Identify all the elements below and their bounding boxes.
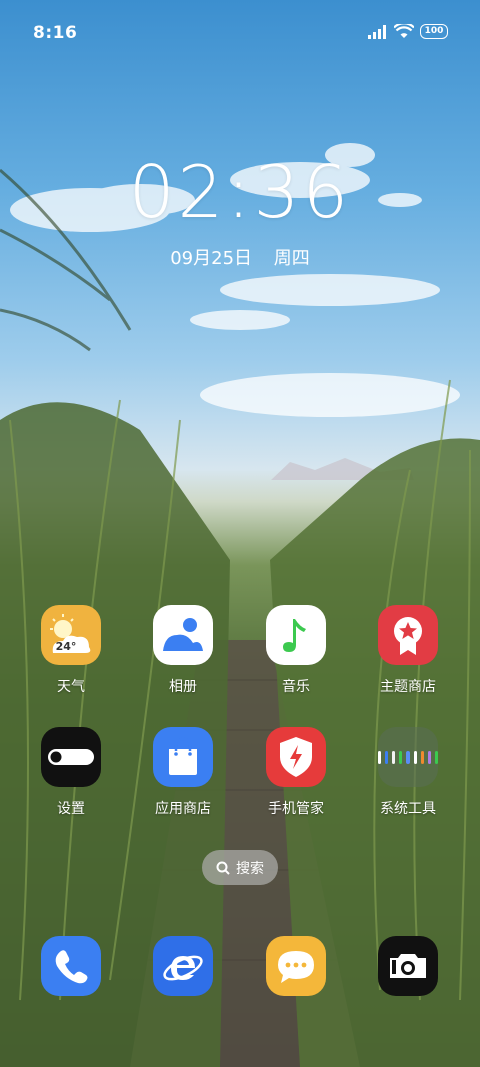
wallpaper-clouds [10,143,460,480]
app-label: 相册 [169,679,197,695]
date-text: 09月25日 [170,248,253,269]
weather-icon: 24° [41,605,101,665]
dock-camera[interactable] [363,936,453,996]
music-icon [266,605,326,665]
signal-icon [368,24,386,39]
app-weather[interactable]: 24° 天气 [26,605,116,696]
app-label: 音乐 [282,679,310,695]
mini-app-icon [420,750,424,764]
camera-icon [378,936,438,996]
status-bar: 8:16 100 [0,0,480,66]
app-label: 系统工具 [380,801,436,817]
mini-app-icon [406,750,410,764]
search-icon [216,861,230,875]
dock-browser[interactable] [138,936,228,996]
phone-icon [41,936,101,996]
app-gallery[interactable]: 相册 [138,605,228,696]
folder-icon [378,727,438,787]
search-label: 搜索 [236,860,264,877]
browser-icon [153,936,213,996]
app-label: 应用商店 [155,801,211,817]
theme-store-icon [378,605,438,665]
mini-app-icon [427,750,431,764]
status-icons: 100 [368,24,448,39]
mini-app-icon [399,750,403,764]
dock-phone[interactable] [26,936,116,996]
messages-icon [266,936,326,996]
settings-toggle-icon [41,727,101,787]
weather-temp: 24° [55,639,77,653]
app-settings[interactable]: 设置 [26,727,116,818]
mini-app-icon [434,750,438,764]
date-widget: 09月25日 周四 [0,244,480,270]
gallery-icon [153,605,213,665]
status-time: 8:16 [33,23,78,43]
clock-widget[interactable]: 02:36 [0,150,480,234]
phone-manager-shield-icon [266,727,326,787]
mini-app-icon [392,750,396,764]
app-folder-system-tools[interactable]: 系统工具 [363,727,453,818]
wifi-icon [394,24,414,38]
app-music[interactable]: 音乐 [251,605,341,696]
app-label: 手机管家 [268,801,324,817]
mini-app-icon [385,750,389,764]
weekday-text: 周四 [273,248,310,269]
app-theme-store[interactable]: 主题商店 [363,605,453,696]
app-store-bag-icon [153,727,213,787]
home-screen: 8:16 100 02:36 09月25日 周四 24° 天气 相册 音乐 主题… [0,0,480,1067]
mini-app-icon [378,750,382,764]
app-phone-manager[interactable]: 手机管家 [251,727,341,818]
battery-icon: 100 [420,24,448,39]
dock-messages[interactable] [251,936,341,996]
app-label: 主题商店 [380,679,436,695]
app-app-store[interactable]: 应用商店 [138,727,228,818]
app-label: 天气 [57,679,85,695]
app-label: 设置 [57,801,85,817]
mini-app-icon [413,750,417,764]
search-button[interactable]: 搜索 [202,850,278,885]
